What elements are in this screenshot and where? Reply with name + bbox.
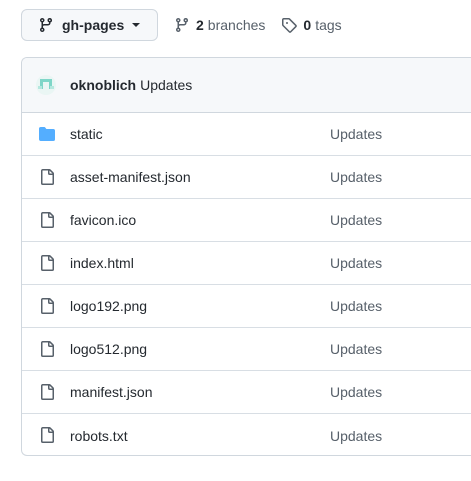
- branches-link[interactable]: 2 branches: [174, 17, 265, 33]
- file-icon: [39, 427, 55, 443]
- branch-name: gh-pages: [62, 17, 125, 33]
- file-row[interactable]: static Updates: [22, 113, 471, 156]
- file-name-link[interactable]: index.html: [70, 255, 134, 271]
- file-name-link[interactable]: logo192.png: [70, 298, 147, 314]
- file-commit-link[interactable]: Updates: [330, 341, 382, 357]
- folder-icon: [39, 126, 55, 142]
- file-row[interactable]: asset-manifest.json Updates: [22, 156, 471, 199]
- branch-select-button[interactable]: gh-pages: [21, 9, 158, 41]
- git-branch-icon: [174, 17, 190, 33]
- repo-file-browser: gh-pages 2 branches 0 tags oknoblich Upd…: [0, 0, 471, 481]
- file-icon: [39, 298, 55, 314]
- file-icon: [39, 341, 55, 357]
- tags-label: tags: [315, 17, 342, 33]
- commit-message[interactable]: Updates: [140, 77, 192, 93]
- file-icon: [39, 255, 55, 271]
- tags-count: 0: [303, 17, 312, 33]
- file-icon: [39, 212, 55, 228]
- file-name-link[interactable]: robots.txt: [70, 428, 128, 444]
- file-row[interactable]: logo192.png Updates: [22, 285, 471, 328]
- branches-label: branches: [207, 17, 266, 33]
- file-name-link[interactable]: asset-manifest.json: [70, 169, 191, 185]
- avatar[interactable]: [36, 75, 56, 95]
- file-name-link[interactable]: manifest.json: [70, 384, 152, 400]
- file-commit-link[interactable]: Updates: [330, 212, 382, 228]
- repo-toolbar: gh-pages 2 branches 0 tags: [21, 9, 342, 41]
- file-commit-link[interactable]: Updates: [330, 428, 382, 444]
- file-list: oknoblich Updates static Updates asset-man…: [21, 57, 471, 456]
- commit-author[interactable]: oknoblich: [70, 77, 136, 93]
- file-commit-link[interactable]: Updates: [330, 255, 382, 271]
- branches-count: 2: [196, 17, 204, 33]
- file-icon: [39, 384, 55, 400]
- tags-link[interactable]: 0 tags: [281, 17, 342, 33]
- caret-down-icon: [132, 23, 141, 27]
- file-commit-link[interactable]: Updates: [330, 384, 382, 400]
- git-branch-icon: [38, 17, 54, 33]
- file-commit-link[interactable]: Updates: [330, 169, 382, 185]
- tag-icon: [281, 17, 298, 33]
- file-commit-link[interactable]: Updates: [330, 298, 382, 314]
- file-commit-link[interactable]: Updates: [330, 126, 382, 142]
- file-name-link[interactable]: static: [70, 126, 103, 142]
- file-name-link[interactable]: logo512.png: [70, 341, 147, 357]
- file-row[interactable]: index.html Updates: [22, 242, 471, 285]
- file-row[interactable]: favicon.ico Updates: [22, 199, 471, 242]
- latest-commit-bar: oknoblich Updates: [22, 58, 471, 113]
- file-icon: [39, 169, 55, 185]
- file-row[interactable]: manifest.json Updates: [22, 371, 471, 414]
- file-name-link[interactable]: favicon.ico: [70, 212, 136, 228]
- file-row[interactable]: logo512.png Updates: [22, 328, 471, 371]
- file-row[interactable]: robots.txt Updates: [22, 414, 471, 455]
